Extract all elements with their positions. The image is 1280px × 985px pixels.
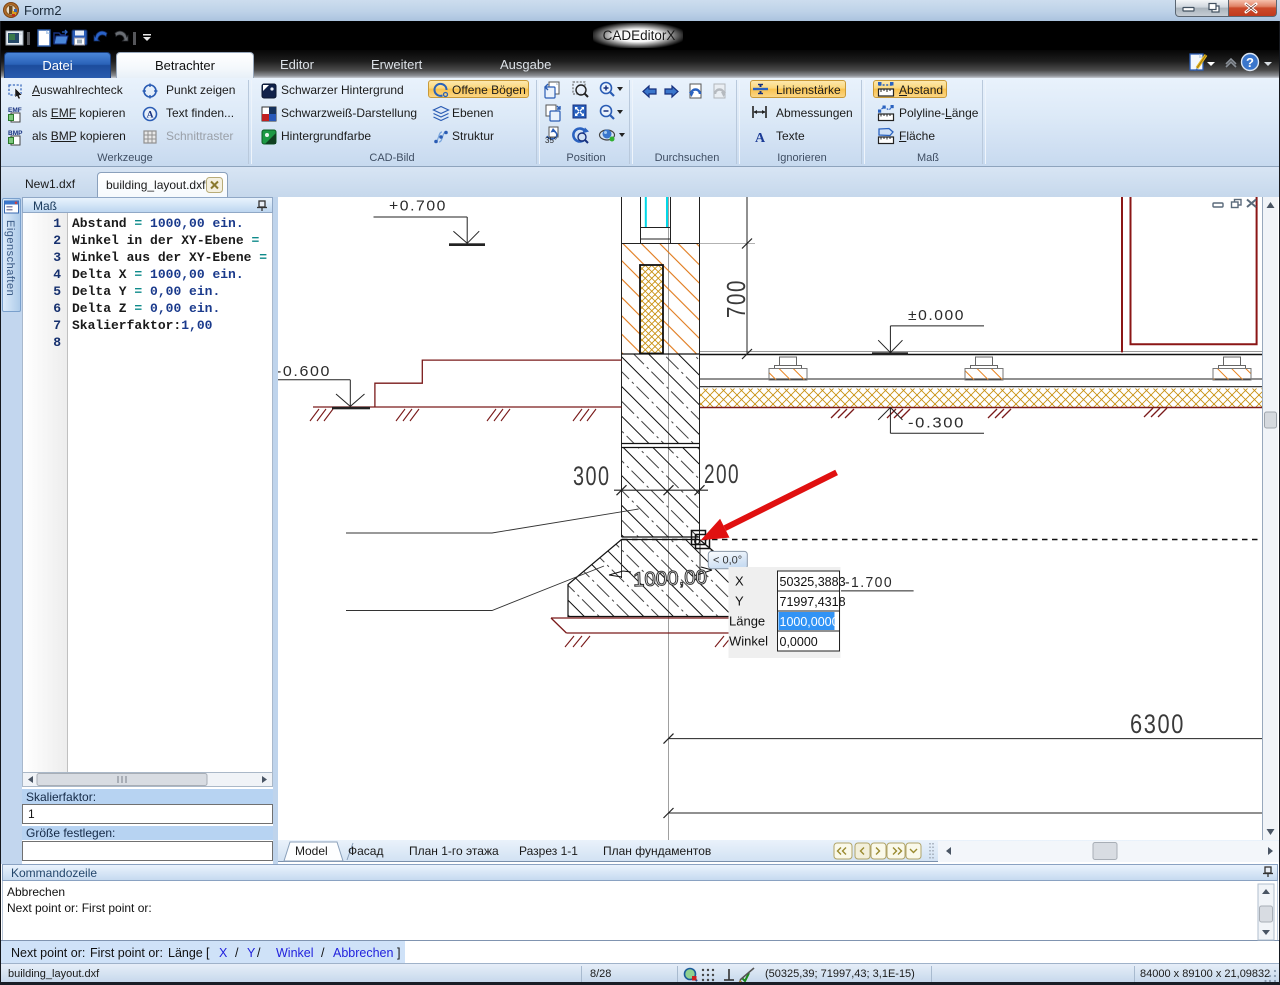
svg-text:+0.700: +0.700 — [389, 198, 447, 215]
svg-text:±0.000: ±0.000 — [908, 307, 965, 324]
svg-text:200: 200 — [704, 459, 740, 489]
svg-text:Model: Model — [295, 844, 328, 858]
svg-text:A: A — [147, 111, 154, 121]
svg-text:-0.600: -0.600 — [278, 363, 331, 380]
svg-text:-1.700: -1.700 — [845, 574, 893, 591]
svg-text:6300: 6300 — [1130, 709, 1185, 739]
svg-text:700: 700 — [721, 279, 751, 318]
svg-text:План 1-го этажа: План 1-го этажа — [409, 844, 499, 858]
svg-text:Фасад: Фасад — [348, 844, 383, 858]
svg-text:?: ? — [1246, 55, 1254, 70]
svg-text:План фундаментов: План фундаментов — [603, 844, 711, 858]
svg-text:Winkel: Winkel — [729, 634, 768, 649]
svg-text:Länge: Länge — [729, 614, 765, 629]
svg-text:300: 300 — [573, 461, 611, 491]
svg-text:Y: Y — [735, 594, 744, 609]
svg-text:35°: 35° — [545, 136, 557, 145]
svg-text:1000,00: 1000,00 — [633, 567, 708, 592]
svg-text:X: X — [735, 574, 744, 589]
svg-text:Разрез 1-1: Разрез 1-1 — [519, 844, 578, 858]
svg-text:A: A — [755, 131, 766, 146]
svg-text:50325,3883: 50325,3883 — [780, 575, 846, 589]
svg-text:71997,4318: 71997,4318 — [780, 595, 846, 609]
svg-text:0,0000: 0,0000 — [780, 635, 818, 649]
svg-text:-0.300: -0.300 — [908, 415, 965, 432]
svg-text:< 0,0°: < 0,0° — [713, 555, 742, 567]
svg-text:1000,0000: 1000,0000 — [780, 615, 839, 629]
